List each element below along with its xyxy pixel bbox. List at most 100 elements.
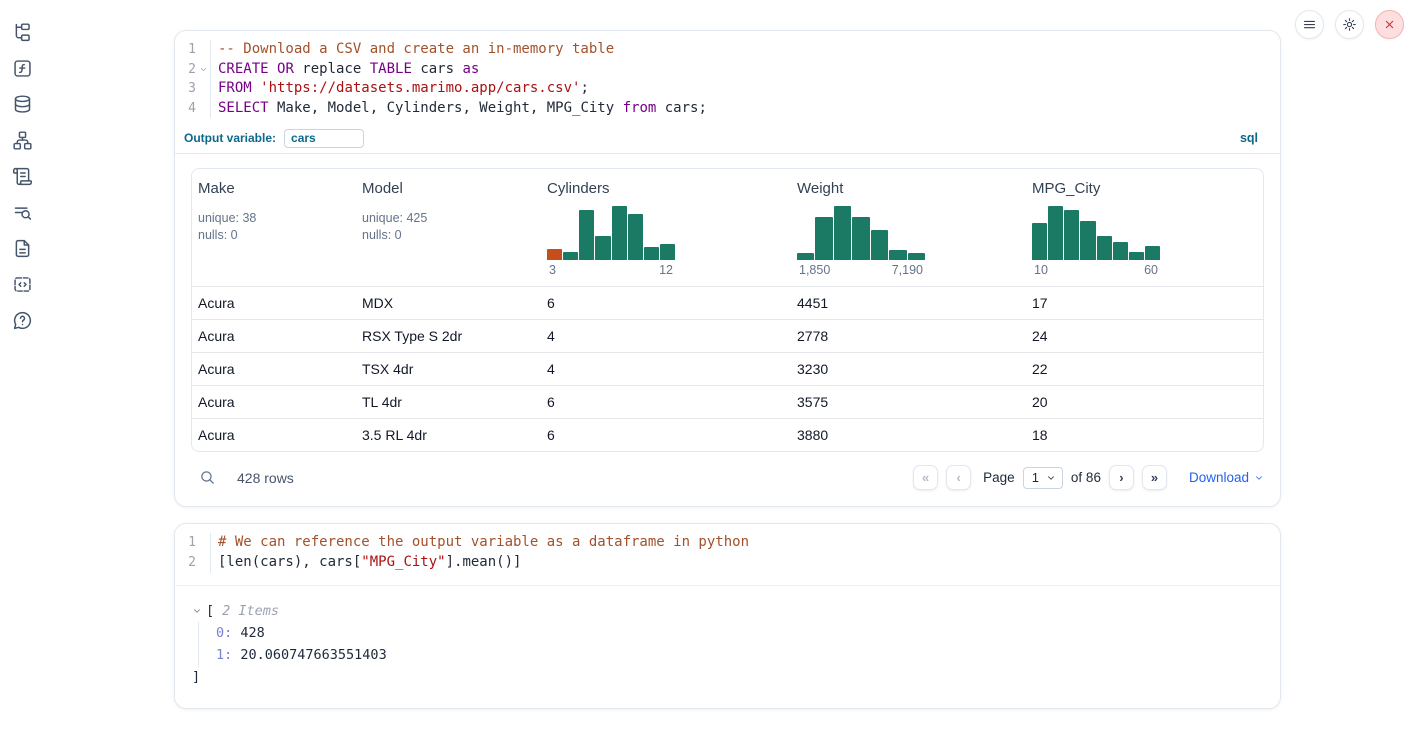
code-line[interactable]: 1# We can reference the output variable … xyxy=(175,533,1280,553)
code-line[interactable]: 2[len(cars), cars["MPG_City"].mean()] xyxy=(175,553,1280,573)
histogram-bars xyxy=(547,206,675,260)
column-stat-line: nulls: 0 xyxy=(198,227,356,244)
histogram-bars xyxy=(797,206,925,260)
histogram-bar xyxy=(797,253,814,260)
page-select-value: 1 xyxy=(1032,470,1039,485)
settings-button[interactable] xyxy=(1335,10,1364,39)
histogram-max-label: 7,190 xyxy=(892,263,923,277)
output-variable-label: Output variable: xyxy=(184,131,276,145)
code-content: # We can reference the output variable a… xyxy=(210,533,749,553)
download-button[interactable]: Download xyxy=(1189,470,1264,485)
line-number: 1 xyxy=(175,40,196,60)
column-header: Weight1,8507,190 xyxy=(791,180,1026,277)
histogram-bar xyxy=(563,252,578,260)
code-token: CREATE xyxy=(218,61,269,77)
tree-item-index: 1: xyxy=(216,647,232,663)
code-token: OR xyxy=(277,61,294,77)
shutdown-button[interactable] xyxy=(1375,10,1404,39)
column-header: Make unique: 38nulls: 0 xyxy=(192,180,356,277)
table-cell: 18 xyxy=(1026,427,1263,443)
column-title[interactable]: Make xyxy=(198,180,356,197)
first-page-button[interactable]: « xyxy=(913,465,938,490)
histogram-axis-labels: 1060 xyxy=(1032,263,1160,277)
column-title[interactable]: Model xyxy=(362,180,541,197)
table-cell: 24 xyxy=(1026,328,1263,344)
code-token: SELECT xyxy=(218,100,269,116)
column-title[interactable]: Weight xyxy=(797,180,1026,197)
logs-scroll-icon[interactable] xyxy=(11,165,33,187)
menu-button[interactable] xyxy=(1295,10,1324,39)
prev-page-button[interactable]: ‹ xyxy=(946,465,971,490)
variables-function-icon[interactable] xyxy=(11,57,33,79)
table-cell: 22 xyxy=(1026,361,1263,377)
file-tree-icon[interactable] xyxy=(11,21,33,43)
code-token: FROM xyxy=(218,80,252,96)
fold-chevron-icon[interactable] xyxy=(196,60,210,80)
search-icon[interactable] xyxy=(199,469,216,486)
code-token: cars xyxy=(412,61,463,77)
code-line[interactable]: 4SELECT Make, Model, Cylinders, Weight, … xyxy=(175,99,1280,119)
code-token xyxy=(269,61,277,77)
next-page-button[interactable]: › xyxy=(1109,465,1134,490)
table-cell: 4 xyxy=(541,361,791,377)
histogram-bar xyxy=(1080,221,1095,260)
code-line[interactable]: 2CREATE OR replace TABLE cars as xyxy=(175,60,1280,80)
code-token: # We can reference the output variable a… xyxy=(218,534,749,550)
table-cell: Acura xyxy=(192,394,356,410)
hamburger-icon xyxy=(1302,17,1317,32)
tree-collapse-caret[interactable] xyxy=(192,606,202,616)
histogram-axis-labels: 312 xyxy=(547,263,675,277)
histogram-bar xyxy=(889,250,906,260)
code-token: ].mean()] xyxy=(446,554,522,570)
column-title[interactable]: MPG_City xyxy=(1032,180,1263,197)
code-content: SELECT Make, Model, Cylinders, Weight, M… xyxy=(210,99,707,119)
tree-item-value: 428 xyxy=(232,625,265,641)
page-of-label: of 86 xyxy=(1071,470,1101,485)
pagination: « ‹ Page 1 of 86 › » Download xyxy=(913,465,1264,490)
code-token: from xyxy=(623,100,657,116)
page-select[interactable]: 1 xyxy=(1023,467,1063,489)
language-badge[interactable]: sql xyxy=(1240,131,1258,145)
list-search-icon[interactable] xyxy=(11,201,33,223)
snippets-code-icon[interactable] xyxy=(11,273,33,295)
code-token xyxy=(252,80,260,96)
chevron-down-icon[interactable] xyxy=(199,65,208,74)
code-token: ; xyxy=(580,80,588,96)
py-code-lines[interactable]: 1# We can reference the output variable … xyxy=(175,524,1280,577)
page-word: Page xyxy=(983,470,1015,485)
notebook-controls xyxy=(1295,10,1404,39)
documentation-file-icon[interactable] xyxy=(11,237,33,259)
table-cell: MDX xyxy=(356,295,541,311)
histogram-bar xyxy=(595,236,610,260)
help-icon[interactable] xyxy=(11,309,33,331)
code-line[interactable]: 3FROM 'https://datasets.marimo.app/cars.… xyxy=(175,79,1280,99)
code-line[interactable]: 1-- Download a CSV and create an in-memo… xyxy=(175,40,1280,60)
column-title[interactable]: Cylinders xyxy=(547,180,791,197)
histogram-bar xyxy=(1097,236,1112,260)
column-header: Model unique: 425nulls: 0 xyxy=(356,180,541,277)
helper-panel-rail xyxy=(8,21,36,331)
table-row: AcuraRSX Type S 2dr4277824 xyxy=(192,319,1263,352)
sql-code-lines[interactable]: 1-- Download a CSV and create an in-memo… xyxy=(175,31,1280,123)
output-variable-input[interactable] xyxy=(284,129,364,148)
last-page-button[interactable]: » xyxy=(1142,465,1167,490)
table-cell: 6 xyxy=(541,295,791,311)
table-row: Acura3.5 RL 4dr6388018 xyxy=(192,418,1263,451)
close-icon xyxy=(1382,17,1397,32)
histogram-max-label: 12 xyxy=(659,263,673,277)
table-cell: 17 xyxy=(1026,295,1263,311)
column-stat-line: nulls: 0 xyxy=(362,227,541,244)
table-footer: 428 rows « ‹ Page 1 of 86 › » Download xyxy=(175,452,1280,506)
dependency-graph-icon[interactable] xyxy=(11,129,33,151)
code-content: FROM 'https://datasets.marimo.app/cars.c… xyxy=(210,79,589,99)
code-token: replace xyxy=(294,61,370,77)
table-cell: Acura xyxy=(192,427,356,443)
table-cell: RSX Type S 2dr xyxy=(356,328,541,344)
datasources-database-icon[interactable] xyxy=(11,93,33,115)
table-cell: TL 4dr xyxy=(356,394,541,410)
column-stats: unique: 425nulls: 0 xyxy=(362,210,541,244)
column-header: MPG_City 1060 xyxy=(1026,180,1263,277)
histogram-bar xyxy=(1064,210,1079,260)
chevron-down-icon xyxy=(1046,473,1056,483)
column-stat-line: unique: 38 xyxy=(198,210,356,227)
